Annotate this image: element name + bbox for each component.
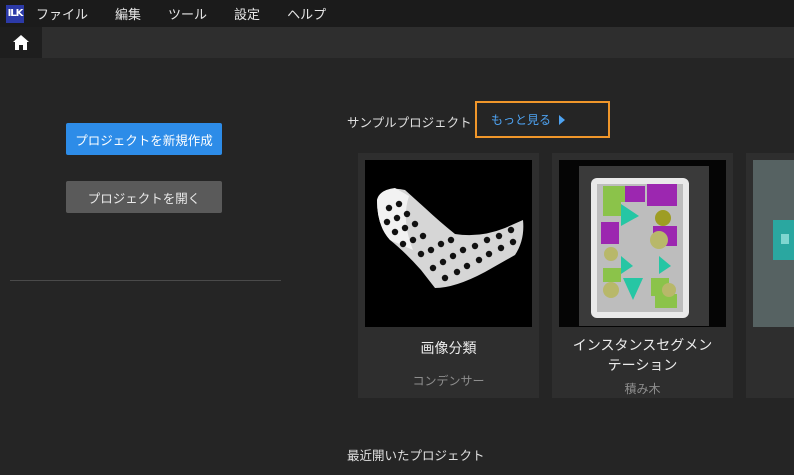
menu-bar: ILK ファイル 編集 ツール 設定 ヘルプ (0, 0, 794, 27)
card-title-line1: インスタンスセグメン (572, 338, 713, 354)
blocks-image (559, 160, 726, 327)
card-thumbnail (753, 160, 794, 327)
divider (10, 280, 281, 281)
sample-projects-title: サンプルプロジェクト (347, 115, 472, 130)
sample-card-instance-segmentation[interactable]: インスタンスセグメン テーション 積み木 (552, 153, 733, 398)
menu-help[interactable]: ヘルプ (287, 4, 326, 23)
left-pane: プロジェクトを新規作成 プロジェクトを開く (0, 58, 290, 475)
app-logo-icon: ILK (6, 4, 24, 23)
menu-edit[interactable]: 編集 (115, 4, 141, 23)
tab-home[interactable] (0, 27, 42, 58)
card-thumbnail (365, 160, 532, 327)
card-title-line2: テーション (607, 358, 678, 374)
more-link-highlight[interactable]: もっと見る (475, 101, 610, 138)
home-icon (13, 35, 29, 50)
menu-file[interactable]: ファイル (36, 4, 88, 23)
sample-card-classification[interactable]: 画像分類 コンデンサー (358, 153, 539, 398)
capacitor-image (365, 160, 532, 327)
more-link[interactable]: もっと見る (491, 111, 551, 128)
open-project-button[interactable]: プロジェクトを開く (66, 181, 222, 213)
card-subtitle: コンデンサー (412, 374, 485, 388)
menu-settings[interactable]: 設定 (234, 4, 260, 23)
card-title: 画像分類 (420, 341, 477, 357)
partial-thumbnail-image (753, 160, 794, 327)
tab-bar (0, 27, 794, 58)
sample-card-partial[interactable] (746, 153, 794, 398)
card-subtitle: 積み木 (624, 382, 661, 396)
recent-projects-title: 最近開いたプロジェクト (347, 448, 485, 463)
card-thumbnail (559, 160, 726, 327)
new-project-button[interactable]: プロジェクトを新規作成 (66, 123, 222, 155)
menu-tools[interactable]: ツール (168, 4, 207, 23)
arrow-right-icon (559, 114, 566, 125)
